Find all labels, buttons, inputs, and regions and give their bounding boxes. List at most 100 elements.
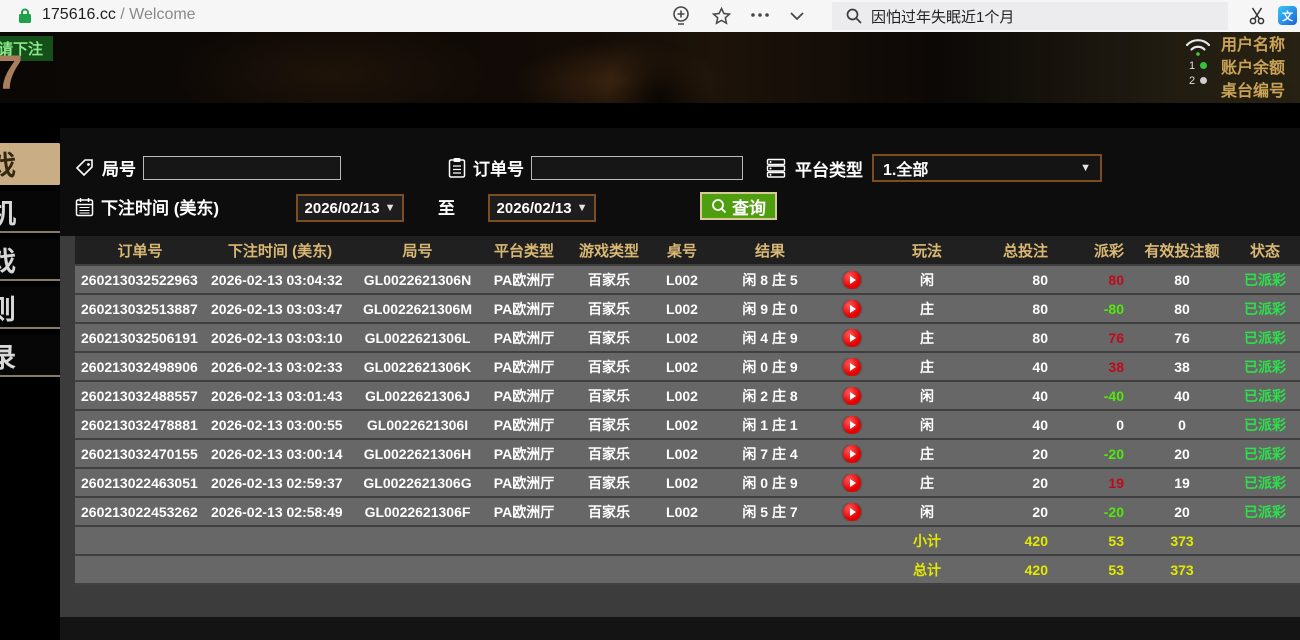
total-payout: 53 <box>1108 561 1124 578</box>
cell-total-bet: 80 <box>1032 271 1048 288</box>
sidebar-tab-5[interactable]: 录 <box>0 335 60 377</box>
cell-status: 已派彩 <box>1244 271 1286 288</box>
cell-round-id: GL0022621306K <box>363 358 472 375</box>
replay-video-icon[interactable] <box>843 415 861 434</box>
order-id-input[interactable] <box>531 155 743 180</box>
cell-order-id: 260213032478881 <box>81 416 198 433</box>
cell-order-id: 260213022463051 <box>81 474 198 491</box>
cell-order-id: 260213022453262 <box>81 503 198 520</box>
magnifier-icon <box>711 198 727 214</box>
lock-icon[interactable] <box>18 8 32 24</box>
browser-bar: 175616.cc / Welcome 因怕过年失眠近1个月 文 <box>0 0 1300 33</box>
live-video-strip: 请下注 7 1 2 用户名称 账户余额 桌台编号 <box>0 32 1300 103</box>
platform-type-select[interactable]: 1.全部 ▼ <box>872 154 1102 182</box>
replay-video-icon[interactable] <box>843 328 861 347</box>
search-input[interactable]: 因怕过年失眠近1个月 <box>832 2 1228 30</box>
table-row: 260213032498906 2026-02-13 03:02:33 GL00… <box>75 351 1300 380</box>
account-info-panel: 用户名称 账户余额 桌台编号 <box>1218 35 1300 103</box>
cell-result: 闲 0 庄 9 <box>742 474 798 491</box>
header-status: 状态 <box>1249 242 1280 260</box>
cell-game-type: 百家乐 <box>588 503 630 520</box>
cell-platform: PA欧洲厅 <box>493 358 555 375</box>
cell-bet-time: 2026-02-13 02:59:37 <box>211 474 343 491</box>
replay-video-icon[interactable] <box>843 473 861 492</box>
header-valid-bet: 有效投注额 <box>1144 242 1220 260</box>
countdown-number: 7 <box>0 47 23 100</box>
header-round-id: 局号 <box>402 242 433 260</box>
sidebar: 戏 机 戏 则 录 <box>0 128 69 640</box>
cell-bet-time: 2026-02-13 03:00:14 <box>211 445 343 462</box>
cell-status: 已派彩 <box>1244 300 1286 317</box>
search-icon <box>846 8 862 24</box>
platform-type-label: 平台类型 <box>795 160 863 180</box>
cell-payout: -40 <box>1103 387 1124 404</box>
url-path: / Welcome <box>115 6 196 23</box>
cell-bet-time: 2026-02-13 03:03:47 <box>211 300 343 317</box>
cell-platform: PA欧洲厅 <box>493 300 555 317</box>
replay-video-icon[interactable] <box>843 386 861 405</box>
more-menu-icon[interactable] <box>750 12 770 18</box>
cell-game-type: 百家乐 <box>588 329 630 346</box>
replay-video-icon[interactable] <box>843 299 861 318</box>
cell-payout: -80 <box>1103 300 1124 317</box>
header-total-bet: 总投注 <box>1002 242 1048 260</box>
cell-play-style: 闲 <box>920 503 934 520</box>
seat-row-2: 2 <box>1189 74 1218 89</box>
round-id-input[interactable] <box>143 155 341 180</box>
replay-video-icon[interactable] <box>843 357 861 376</box>
query-button[interactable]: 查询 <box>700 192 777 220</box>
cell-game-type: 百家乐 <box>588 358 630 375</box>
cell-table-no: L002 <box>666 358 698 375</box>
zoom-page-icon[interactable] <box>671 5 691 27</box>
wifi-icon <box>1184 37 1218 57</box>
footer-strip <box>60 617 1300 640</box>
cell-result: 闲 1 庄 1 <box>742 416 798 433</box>
replay-video-icon[interactable] <box>843 270 861 289</box>
cell-game-type: 百家乐 <box>588 474 630 491</box>
cell-valid-bet: 40 <box>1174 387 1190 404</box>
table-row: 260213032513887 2026-02-13 03:03:47 GL00… <box>75 293 1300 322</box>
cell-result: 闲 2 庄 8 <box>742 387 798 404</box>
chevron-down-icon[interactable] <box>789 11 805 21</box>
scissors-icon[interactable] <box>1248 6 1268 26</box>
calendar-icon <box>75 197 94 217</box>
table-row: 260213022453262 2026-02-13 02:58:49 GL00… <box>75 496 1300 525</box>
sidebar-tab-1[interactable]: 戏 <box>0 143 69 185</box>
header-bet-time: 下注时间 (美东) <box>227 242 333 260</box>
favorite-star-icon[interactable] <box>712 7 731 26</box>
sidebar-tab-4[interactable]: 则 <box>0 287 60 329</box>
date-caret-icon: ▼ <box>384 202 396 214</box>
cell-order-id: 260213032488557 <box>81 387 198 404</box>
address-bar[interactable]: 175616.cc / Welcome <box>42 6 196 24</box>
cell-round-id: GL0022621306F <box>364 503 471 520</box>
subtotal-valid-bet: 373 <box>1170 532 1194 549</box>
replay-video-icon[interactable] <box>843 444 861 463</box>
cell-total-bet: 20 <box>1032 445 1048 462</box>
cell-status: 已派彩 <box>1244 358 1286 375</box>
cell-platform: PA欧洲厅 <box>493 329 555 346</box>
cell-table-no: L002 <box>666 416 698 433</box>
sidebar-tab-2[interactable]: 机 <box>0 191 60 233</box>
cell-result: 闲 5 庄 7 <box>742 503 798 520</box>
round-id-label: 局号 <box>102 160 136 179</box>
cell-result: 闲 0 庄 9 <box>742 358 798 375</box>
translate-icon[interactable]: 文 <box>1278 6 1297 25</box>
cell-play-style: 庄 <box>920 329 934 346</box>
cell-platform: PA欧洲厅 <box>493 474 555 491</box>
date-from-picker[interactable]: 2026/02/13 ▼ <box>296 194 404 222</box>
query-button-label: 查询 <box>732 198 766 218</box>
subtotal-total-bet: 420 <box>1024 532 1048 549</box>
cell-table-no: L002 <box>666 329 698 346</box>
cell-result: 闲 9 庄 0 <box>742 300 798 317</box>
replay-video-icon[interactable] <box>843 502 861 521</box>
sidebar-tab-3[interactable]: 戏 <box>0 239 60 281</box>
cell-table-no: L002 <box>666 503 698 520</box>
total-label: 总计 <box>913 561 941 578</box>
balance-label: 账户余额 <box>1218 58 1300 80</box>
header-game-type: 游戏类型 <box>578 242 639 260</box>
cell-bet-time: 2026-02-13 03:04:32 <box>211 271 343 288</box>
cell-status: 已派彩 <box>1244 503 1286 520</box>
date-to-picker[interactable]: 2026/02/13 ▼ <box>488 194 596 222</box>
cell-table-no: L002 <box>666 474 698 491</box>
cell-valid-bet: 0 <box>1178 416 1186 433</box>
